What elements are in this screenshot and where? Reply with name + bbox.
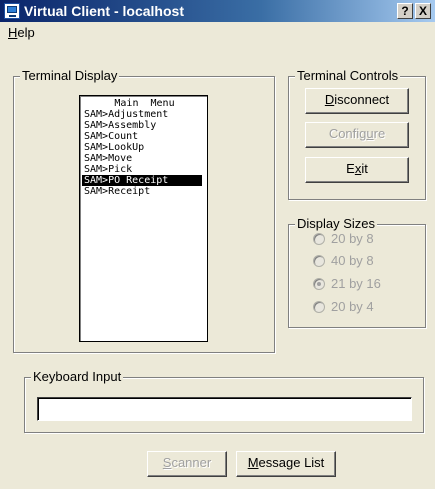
help-title-button[interactable]: ? [397,3,413,19]
terminal-menu-line[interactable]: SAM>Receipt [82,186,207,197]
title-bar[interactable]: Virtual Client - localhost ? X [0,0,435,22]
terminal-title-line: Main Menu [114,98,175,109]
terminal-menu-line[interactable]: SAM>Assembly [82,120,207,131]
terminal-display-legend: Terminal Display [20,68,120,83]
terminal-menu-line[interactable]: SAM>Adjustment [82,109,207,120]
menu-help-mnemonic: H [8,25,18,40]
display-size-label: 40 by 8 [331,253,374,268]
display-size-label: 20 by 4 [331,299,374,314]
close-button[interactable]: X [415,3,431,19]
keyboard-input-field[interactable] [37,397,412,421]
disconnect-button[interactable]: Disconnect [305,88,409,114]
scanner-button[interactable]: Scanner [147,451,227,477]
menu-help[interactable]: Help [8,25,35,40]
message-list-button[interactable]: Message List [236,451,336,477]
terminal-menu-line[interactable]: SAM>Pick [82,164,207,175]
terminal-screen[interactable]: Main Menu SAM>Adjustment SAM>Assembly SAM>… [79,95,208,342]
scanner-mnemonic: S [162,455,172,470]
terminal-menu-line[interactable]: SAM>Count [82,131,207,142]
terminal-menu-line[interactable]: SAM>PO Receipt [82,175,202,186]
disconnect-mnemonic: D [324,92,335,107]
configure-button[interactable]: Configure [305,122,409,148]
keyboard-input-legend: Keyboard Input [31,369,124,384]
radio-button-icon[interactable] [313,233,325,245]
radio-button-icon[interactable] [313,278,325,290]
window-title: Virtual Client - localhost [24,3,184,19]
display-size-label: 20 by 8 [331,231,374,246]
exit-button[interactable]: Exit [305,157,409,183]
configure-mnemonic: u [366,126,374,141]
app-monitor-icon [4,3,20,19]
terminal-controls-legend: Terminal Controls [295,68,401,83]
menu-bar: Help [0,22,435,42]
display-sizes-legend: Display Sizes [295,216,378,231]
radio-button-icon[interactable] [313,255,325,267]
terminal-menu-line[interactable]: SAM>Move [82,153,207,164]
display-size-label: 21 by 16 [331,276,381,291]
terminal-menu-line[interactable]: SAM>LookUp [82,142,207,153]
exit-mnemonic: x [354,161,362,176]
message-list-mnemonic: M [247,455,259,470]
virtual-client-window: Virtual Client - localhost ? X Help Term… [0,0,435,489]
radio-button-icon[interactable] [313,301,325,313]
